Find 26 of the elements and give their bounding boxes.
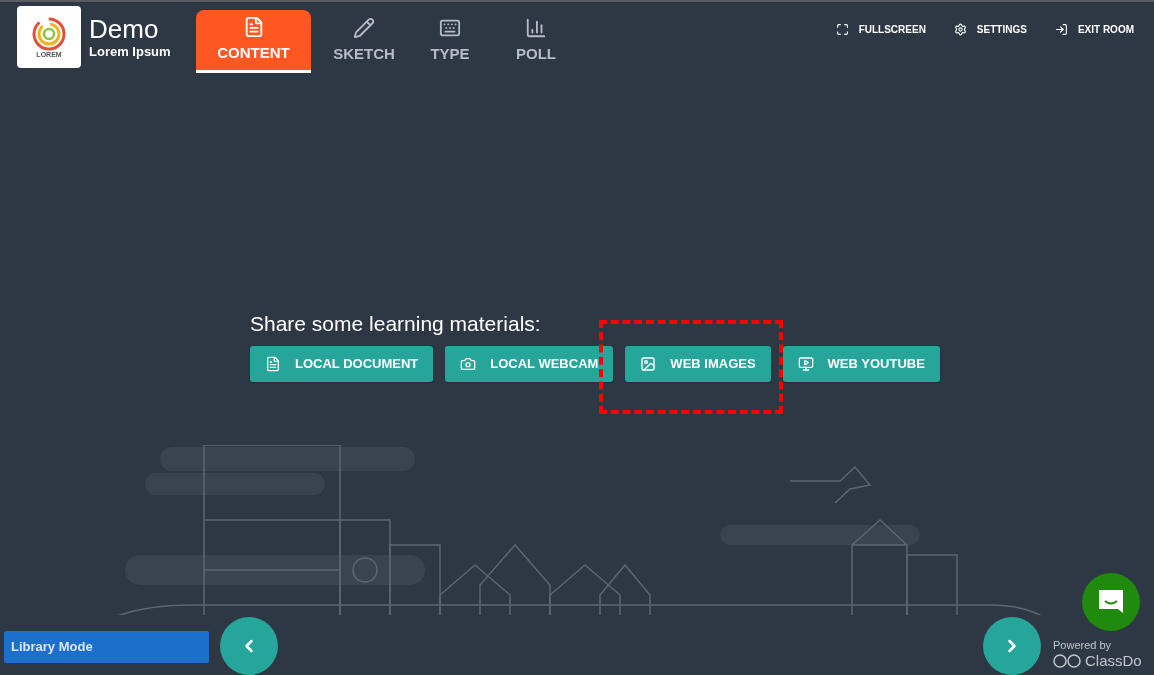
document-icon [265, 356, 281, 372]
bar-chart-icon [525, 17, 547, 40]
settings-icon [953, 23, 967, 36]
image-icon [640, 356, 657, 372]
video-icon [797, 356, 814, 372]
pencil-icon [353, 17, 375, 40]
toolbar-button[interactable]: EXIT ROOM [1054, 22, 1134, 37]
room-title: Demo [89, 14, 160, 44]
circle-logo-icon [32, 16, 66, 51]
powered-by-caption: Powered by [1053, 639, 1112, 652]
fullscreen-icon [835, 23, 849, 36]
tab[interactable]: POLL [495, 10, 577, 73]
faces-logo-icon [1053, 653, 1083, 668]
tab[interactable]: CONTENT [196, 10, 311, 73]
exit-icon [1054, 23, 1068, 36]
next-button[interactable] [983, 617, 1041, 675]
toolbar-button[interactable]: FULLSCREEN [835, 22, 926, 37]
share-heading: Share some learning materials: [250, 311, 541, 337]
tab[interactable]: SKETCH [323, 10, 405, 73]
tab[interactable]: TYPE [409, 10, 491, 73]
toolbar-button[interactable]: SETTINGS [953, 22, 1027, 37]
previous-button[interactable] [220, 617, 278, 675]
room-subtitle: Lorem Ipsum [89, 44, 172, 60]
mode-badge: Library Mode [4, 631, 209, 663]
powered-by-brand: ClassDo [1085, 652, 1142, 669]
camera-icon [460, 356, 477, 372]
